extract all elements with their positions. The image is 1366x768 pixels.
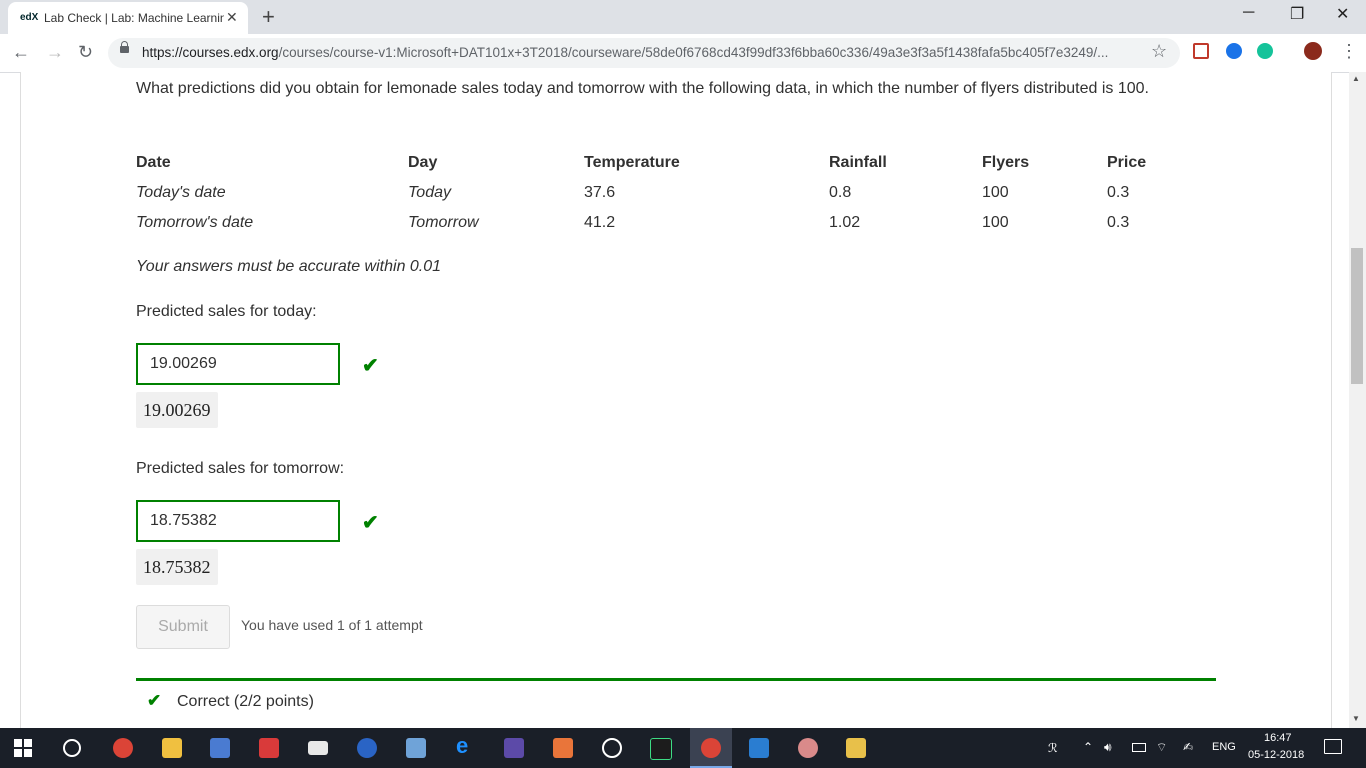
tab-title: Lab Check | Lab: Machine Learning (44, 11, 224, 25)
language-indicator[interactable]: ENG (1212, 741, 1236, 753)
store-icon[interactable] (210, 738, 230, 758)
extension-icon[interactable] (1226, 43, 1242, 59)
table-header-row: Date Day Temperature Rainfall Flyers Pri… (136, 148, 1187, 178)
app-icon[interactable] (553, 738, 573, 758)
minimize-icon[interactable]: ─ (1243, 4, 1254, 22)
today-label: Predicted sales for today: (136, 303, 317, 320)
volume-icon[interactable]: 🔊︎ (1104, 740, 1112, 755)
data-table: Date Day Temperature Rainfall Flyers Pri… (136, 148, 1187, 238)
reload-icon[interactable]: ↻ (78, 42, 93, 63)
accuracy-note: Your answers must be accurate within 0.0… (136, 258, 442, 275)
table-cell: Today (408, 184, 451, 201)
browser-toolbar: ← → ↻ https://courses.edx.org/courses/co… (0, 34, 1366, 73)
column-header: Day (408, 154, 438, 171)
window-close-icon[interactable]: ✕ (1336, 4, 1349, 24)
table-cell: 41.2 (584, 214, 616, 231)
table-cell: Today's date (136, 184, 226, 201)
clock-time[interactable]: 16:47 (1264, 732, 1292, 744)
edx-favicon-icon: edX (20, 12, 39, 23)
attempt-count: You have used 1 of 1 attempt (241, 617, 423, 633)
table-cell: 37.6 (584, 184, 616, 201)
address-bar[interactable]: https://courses.edx.org/courses/course-v… (108, 38, 1180, 68)
table-cell: 0.3 (1107, 184, 1130, 201)
today-answer-input[interactable] (136, 343, 340, 385)
chevron-up-icon[interactable]: ⌃ (1083, 740, 1093, 754)
result-status: Correct (2/2 points) (177, 693, 314, 710)
chrome-icon[interactable] (113, 738, 133, 758)
restore-icon[interactable]: ❐ (1290, 4, 1304, 24)
table-cell: 100 (982, 184, 1009, 201)
new-tab-button[interactable]: + (262, 4, 275, 30)
lock-icon (120, 41, 129, 53)
gift-icon[interactable] (259, 738, 279, 758)
pycharm-icon[interactable] (650, 738, 672, 760)
pen-icon[interactable]: ✍︎ (1183, 740, 1193, 754)
column-header: Flyers (982, 154, 1030, 171)
visual-studio-icon[interactable] (504, 738, 524, 758)
app-icon[interactable] (798, 738, 818, 758)
mail-icon[interactable] (308, 741, 328, 755)
column-header: Date (136, 154, 171, 171)
column-header: Temperature (584, 154, 680, 171)
table-row: Today's date Today 37.6 0.8 100 0.3 (136, 178, 1187, 208)
people-icon[interactable]: ℛ (1048, 741, 1058, 755)
app-icon[interactable] (406, 738, 426, 758)
tomorrow-label: Predicted sales for tomorrow: (136, 460, 345, 477)
scrollbar-thumb[interactable] (1351, 248, 1363, 384)
table-cell: 0.3 (1107, 214, 1130, 231)
app-icon[interactable] (357, 738, 377, 758)
avatar[interactable] (1304, 42, 1322, 60)
today-answer-preview: 19.00269 (136, 392, 218, 428)
table-cell: 1.02 (829, 214, 861, 231)
taskbar: e ℛ ⌃ 🔊︎ ⌔ ✍︎ ENG 16:47 05-12-2018 (0, 728, 1366, 768)
column-header: Price (1107, 154, 1147, 171)
grammarly-icon[interactable] (1257, 43, 1273, 59)
tomorrow-answer-input[interactable] (136, 500, 340, 542)
scrollbar[interactable] (1349, 72, 1366, 728)
correct-check-icon: ✔ (147, 691, 162, 710)
app-icon[interactable] (846, 738, 866, 758)
correct-check-icon: ✔ (362, 512, 379, 534)
battery-icon[interactable] (1132, 743, 1146, 752)
table-cell: 100 (982, 214, 1009, 231)
bookmark-star-icon[interactable]: ☆ (1151, 41, 1167, 62)
file-explorer-icon[interactable] (162, 738, 182, 758)
table-cell: 0.8 (829, 184, 852, 201)
table-cell: Tomorrow (408, 214, 479, 231)
app-icon[interactable] (602, 738, 622, 758)
tomorrow-answer-preview: 18.75382 (136, 549, 218, 585)
chrome-icon[interactable] (701, 738, 721, 758)
windows-start-icon[interactable] (14, 739, 32, 757)
table-cell: Tomorrow's date (136, 214, 254, 231)
column-header: Rainfall (829, 154, 887, 171)
correct-check-icon: ✔ (362, 355, 379, 377)
course-content: What predictions did you obtain for lemo… (20, 72, 1332, 728)
search-icon[interactable] (63, 739, 81, 757)
menu-icon[interactable]: ⋮ (1340, 41, 1358, 62)
clock-date[interactable]: 05-12-2018 (1248, 749, 1304, 761)
table-row: Tomorrow's date Tomorrow 41.2 1.02 100 0… (136, 208, 1187, 238)
back-icon[interactable]: ← (12, 42, 30, 63)
scroll-down-icon[interactable]: ▼ (1352, 714, 1360, 723)
wifi-icon[interactable]: ⌔ (1156, 740, 1167, 755)
question-text: What predictions did you obtain for lemo… (136, 80, 1149, 97)
submit-button[interactable]: Submit (136, 605, 230, 649)
vscode-icon[interactable] (749, 738, 769, 758)
close-tab-icon[interactable]: ✕ (226, 9, 238, 26)
forward-icon[interactable]: → (46, 42, 64, 63)
extension-icon[interactable] (1193, 43, 1209, 59)
tab-strip: edX Lab Check | Lab: Machine Learning ✕ … (0, 0, 1366, 34)
result-divider (136, 678, 1216, 681)
url-text[interactable]: https://courses.edx.org/courses/course-v… (142, 45, 1142, 60)
scroll-up-icon[interactable]: ▲ (1352, 74, 1360, 83)
tab-active[interactable]: edX Lab Check | Lab: Machine Learning ✕ (8, 2, 248, 34)
edge-icon[interactable]: e (456, 733, 476, 758)
notification-icon[interactable] (1324, 739, 1342, 754)
